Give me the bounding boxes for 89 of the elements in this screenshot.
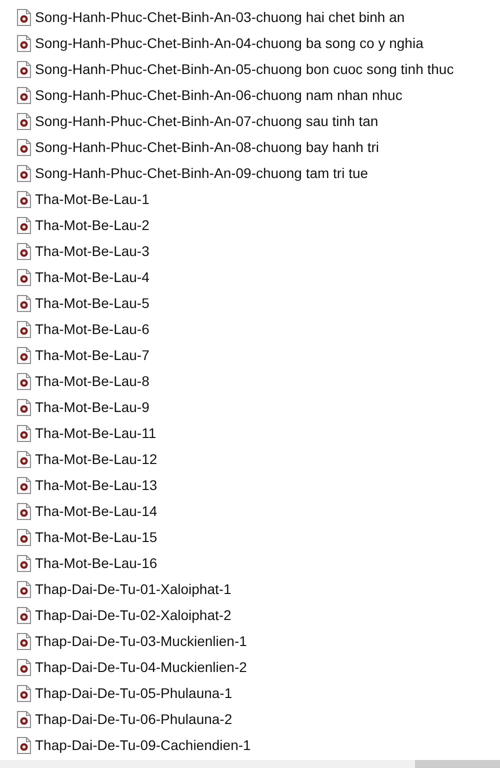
media-file-icon — [17, 632, 31, 650]
media-file-icon — [17, 580, 31, 598]
file-item[interactable]: Tha-Mot-Be-Lau-13 — [17, 472, 500, 498]
media-file-icon — [17, 216, 31, 234]
file-name: Thap-Dai-De-Tu-09-Cachiendien-1 — [35, 737, 251, 753]
media-file-icon — [17, 528, 31, 546]
media-file-icon — [17, 658, 31, 676]
file-item[interactable]: Song-Hanh-Phuc-Chet-Binh-An-09-chuong tam tri tue — [17, 160, 500, 186]
file-item[interactable]: Tha-Mot-Be-Lau-7 — [17, 342, 500, 368]
file-item[interactable]: Thap-Dai-De-Tu-02-Xaloiphat-2 — [17, 602, 500, 628]
media-file-icon — [17, 684, 31, 702]
file-name: Tha-Mot-Be-Lau-15 — [35, 529, 158, 545]
file-name: Tha-Mot-Be-Lau-14 — [35, 503, 158, 519]
file-item[interactable]: Tha-Mot-Be-Lau-6 — [17, 316, 500, 342]
media-file-icon — [17, 736, 31, 754]
file-name: Song-Hanh-Phuc-Chet-Binh-An-06-chuong nam nhan nhuc — [35, 87, 402, 103]
file-name: Song-Hanh-Phuc-Chet-Binh-An-03-chuong hai chet binh an — [35, 9, 405, 25]
media-file-icon — [17, 398, 31, 416]
media-file-icon — [17, 60, 31, 78]
file-item[interactable]: Song-Hanh-Phuc-Chet-Binh-An-03-chuong hai chet binh an — [17, 4, 500, 30]
file-item[interactable]: Thap-Dai-De-Tu-04-Muckienlien-2 — [17, 654, 500, 680]
media-file-icon — [17, 450, 31, 468]
file-item[interactable]: Thap-Dai-De-Tu-03-Muckienlien-1 — [17, 628, 500, 654]
horizontal-scrollbar[interactable] — [0, 760, 500, 768]
file-name: Song-Hanh-Phuc-Chet-Binh-An-08-chuong bay hanh tri — [35, 139, 379, 155]
file-item[interactable]: Song-Hanh-Phuc-Chet-Binh-An-07-chuong sau tinh tan — [17, 108, 500, 134]
media-file-icon — [17, 554, 31, 572]
file-name: Tha-Mot-Be-Lau-8 — [35, 373, 150, 389]
file-item[interactable]: Tha-Mot-Be-Lau-14 — [17, 498, 500, 524]
file-item[interactable]: Tha-Mot-Be-Lau-15 — [17, 524, 500, 550]
file-name: Tha-Mot-Be-Lau-16 — [35, 555, 158, 571]
file-item[interactable]: Tha-Mot-Be-Lau-3 — [17, 238, 500, 264]
media-file-icon — [17, 34, 31, 52]
file-name: Tha-Mot-Be-Lau-9 — [35, 399, 150, 415]
scrollbar-thumb[interactable] — [415, 760, 500, 768]
file-item[interactable]: Thap-Dai-De-Tu-05-Phulauna-1 — [17, 680, 500, 706]
file-name: Thap-Dai-De-Tu-06-Phulauna-2 — [35, 711, 232, 727]
media-file-icon — [17, 86, 31, 104]
media-file-icon — [17, 112, 31, 130]
file-name: Tha-Mot-Be-Lau-11 — [35, 425, 156, 441]
media-file-icon — [17, 424, 31, 442]
media-file-icon — [17, 710, 31, 728]
media-file-icon — [17, 164, 31, 182]
file-item[interactable]: Thap-Dai-De-Tu-09-Cachiendien-1 — [17, 732, 500, 758]
file-name: Thap-Dai-De-Tu-03-Muckienlien-1 — [35, 633, 247, 649]
media-file-icon — [17, 8, 31, 26]
media-file-icon — [17, 502, 31, 520]
media-file-icon — [17, 268, 31, 286]
file-name: Tha-Mot-Be-Lau-3 — [35, 243, 150, 259]
media-file-icon — [17, 138, 31, 156]
file-name: Thap-Dai-De-Tu-05-Phulauna-1 — [35, 685, 232, 701]
file-name: Tha-Mot-Be-Lau-13 — [35, 477, 158, 493]
file-name: Tha-Mot-Be-Lau-2 — [35, 217, 150, 233]
file-item[interactable]: Tha-Mot-Be-Lau-2 — [17, 212, 500, 238]
media-file-icon — [17, 476, 31, 494]
file-name: Thap-Dai-De-Tu-01-Xaloiphat-1 — [35, 581, 232, 597]
file-name: Tha-Mot-Be-Lau-6 — [35, 321, 150, 337]
media-file-icon — [17, 294, 31, 312]
file-item[interactable]: Tha-Mot-Be-Lau-5 — [17, 290, 500, 316]
file-item[interactable]: Song-Hanh-Phuc-Chet-Binh-An-05-chuong bon cuoc song tinh thuc — [17, 56, 500, 82]
file-item[interactable]: Tha-Mot-Be-Lau-8 — [17, 368, 500, 394]
file-name: Song-Hanh-Phuc-Chet-Binh-An-07-chuong sau tinh tan — [35, 113, 378, 129]
file-item[interactable]: Song-Hanh-Phuc-Chet-Binh-An-04-chuong ba song co y nghia — [17, 30, 500, 56]
media-file-icon — [17, 320, 31, 338]
file-name: Thap-Dai-De-Tu-02-Xaloiphat-2 — [35, 607, 232, 623]
file-item[interactable]: Tha-Mot-Be-Lau-4 — [17, 264, 500, 290]
file-item[interactable]: Tha-Mot-Be-Lau-9 — [17, 394, 500, 420]
file-name: Song-Hanh-Phuc-Chet-Binh-An-09-chuong tam tri tue — [35, 165, 368, 181]
file-name: Tha-Mot-Be-Lau-7 — [35, 347, 150, 363]
file-item[interactable]: Song-Hanh-Phuc-Chet-Binh-An-08-chuong bay hanh tri — [17, 134, 500, 160]
media-file-icon — [17, 190, 31, 208]
media-file-icon — [17, 242, 31, 260]
file-item[interactable]: Tha-Mot-Be-Lau-1 — [17, 186, 500, 212]
file-item[interactable]: Tha-Mot-Be-Lau-16 — [17, 550, 500, 576]
file-name: Thap-Dai-De-Tu-04-Muckienlien-2 — [35, 659, 247, 675]
media-file-icon — [17, 606, 31, 624]
media-file-icon — [17, 372, 31, 390]
media-file-icon — [17, 346, 31, 364]
file-item[interactable]: Thap-Dai-De-Tu-06-Phulauna-2 — [17, 706, 500, 732]
file-item[interactable]: Tha-Mot-Be-Lau-12 — [17, 446, 500, 472]
file-name: Tha-Mot-Be-Lau-5 — [35, 295, 150, 311]
file-name: Song-Hanh-Phuc-Chet-Binh-An-04-chuong ba song co y nghia — [35, 35, 424, 51]
file-item[interactable]: Song-Hanh-Phuc-Chet-Binh-An-06-chuong nam nhan nhuc — [17, 82, 500, 108]
file-item[interactable]: Tha-Mot-Be-Lau-11 — [17, 420, 500, 446]
file-name: Tha-Mot-Be-Lau-1 — [35, 191, 150, 207]
file-name: Tha-Mot-Be-Lau-12 — [35, 451, 158, 467]
file-item[interactable]: Thap-Dai-De-Tu-01-Xaloiphat-1 — [17, 576, 500, 602]
file-name: Tha-Mot-Be-Lau-4 — [35, 269, 150, 285]
file-name: Song-Hanh-Phuc-Chet-Binh-An-05-chuong bon cuoc song tinh thuc — [35, 61, 454, 77]
